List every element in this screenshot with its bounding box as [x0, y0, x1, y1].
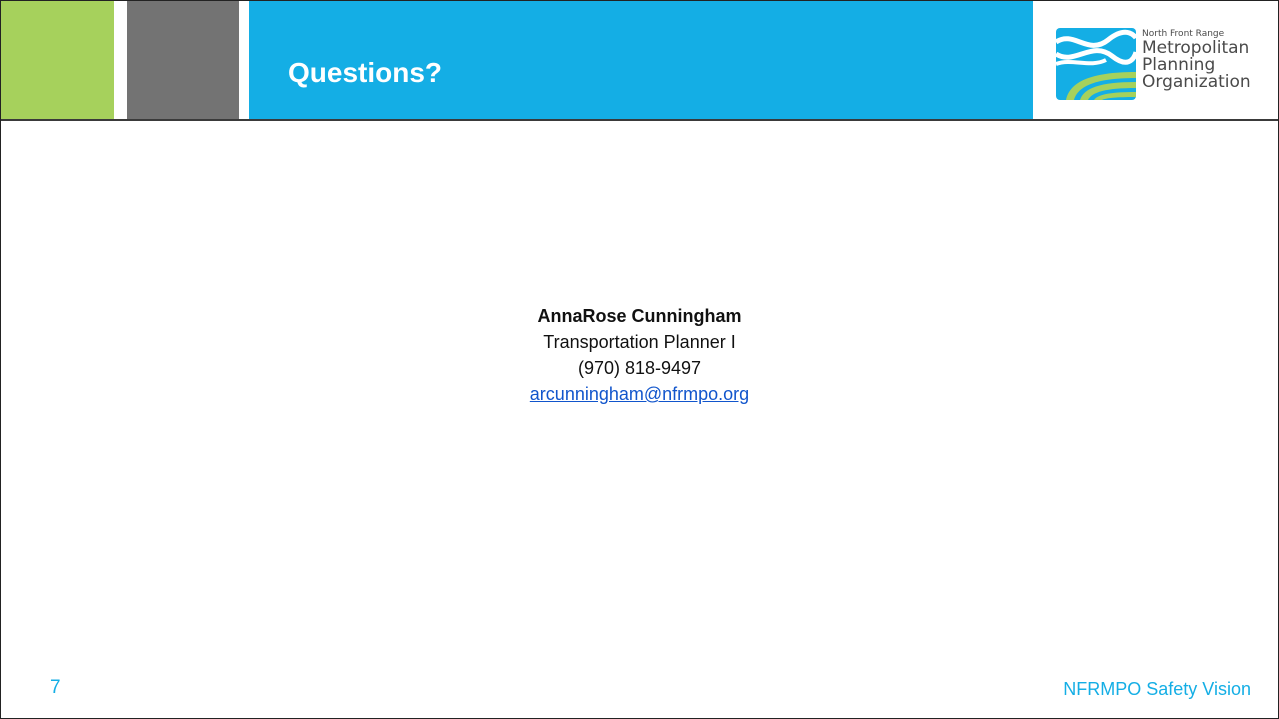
footer-title: NFRMPO Safety Vision — [1063, 679, 1251, 699]
contact-block: AnnaRose Cunningham Transportation Plann… — [1, 303, 1278, 407]
slide-title: Questions? — [288, 57, 443, 88]
nfrmpo-logo-icon — [1056, 28, 1136, 100]
page-number: 7 — [50, 677, 61, 698]
accent-green-block — [1, 1, 114, 119]
logo-line-4: Organization — [1142, 72, 1251, 92]
contact-email-link[interactable]: arcunningham@nfrmpo.org — [530, 384, 749, 404]
contact-name: AnnaRose Cunningham — [537, 306, 742, 326]
organization-logo: North Front Range Metropolitan Planning … — [1056, 23, 1266, 103]
accent-gray-block — [127, 1, 239, 119]
contact-phone: (970) 818-9497 — [577, 358, 702, 378]
logo-wordmark: North Front Range Metropolitan Planning … — [1142, 29, 1251, 91]
title-bar: Questions? — [249, 1, 1033, 119]
header-divider — [1, 119, 1278, 121]
slide: Questions? North Front Range Metropolita… — [0, 0, 1279, 719]
contact-role: Transportation Planner I — [543, 332, 736, 352]
